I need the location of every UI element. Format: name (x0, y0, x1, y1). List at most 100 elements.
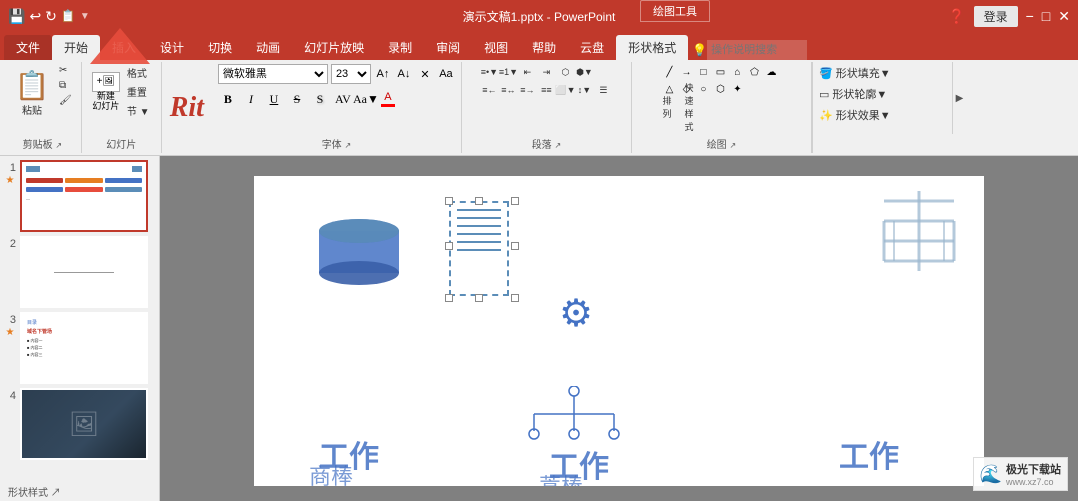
new-slide-button[interactable]: +🖼 新建幻灯片 (90, 70, 122, 114)
tab-review[interactable]: 审阅 (424, 35, 472, 60)
font-color-button[interactable]: A (379, 90, 397, 108)
cut-button[interactable]: ✂ (56, 64, 75, 77)
italic-button[interactable]: I (241, 89, 261, 109)
save-icon[interactable]: 💾 (8, 8, 25, 25)
clipboard-expand-icon[interactable]: ↗ (55, 141, 62, 150)
tab-record[interactable]: 录制 (376, 35, 424, 60)
line-spacing-button[interactable]: ↕▼ (575, 82, 593, 98)
bold-button[interactable]: B (218, 89, 238, 109)
increase-font-button[interactable]: A↑ (374, 65, 392, 83)
shape-fill-button[interactable]: 🪣 形状填充▼ (815, 64, 895, 82)
close-icon[interactable]: ✕ (1058, 8, 1070, 25)
shape-trapez[interactable]: ⌂ (729, 64, 745, 80)
paste-label: 粘贴 (22, 102, 42, 117)
shape-effect-button[interactable]: ✨ 形状效果▼ (815, 106, 895, 124)
search-icon: 💡 (692, 43, 707, 57)
shape-rect[interactable]: □ (695, 64, 711, 80)
selection-handle-top-left[interactable] (445, 197, 453, 205)
slide-number-4: 4 (4, 388, 16, 402)
dashed-list-shape[interactable] (449, 201, 509, 296)
restore-icon[interactable]: □ (1042, 8, 1050, 24)
redo-icon[interactable]: ↻ (45, 8, 57, 25)
ribbon-overflow-button[interactable]: ▶ (952, 62, 966, 134)
tab-design[interactable]: 设计 (148, 35, 196, 60)
selection-handle-top-right[interactable] (511, 197, 519, 205)
spacing-button[interactable]: AV (333, 89, 353, 109)
underline-button[interactable]: U (264, 89, 284, 109)
tab-help[interactable]: 帮助 (520, 35, 568, 60)
login-button[interactable]: 登录 (974, 6, 1018, 27)
slide-thumbnail-4[interactable]: 🖼 (20, 388, 148, 460)
selection-handle-right-mid[interactable] (511, 242, 519, 250)
reset-button[interactable]: 重置 (124, 83, 153, 100)
slide-thumbnail-3[interactable]: 目录 域名下管场 ■ 内容一 ■ 内容二 ■ 内容三 (20, 312, 148, 384)
quick-styles-button[interactable]: 快速样式 (683, 99, 701, 115)
number-list-button[interactable]: ≡1▼ (499, 64, 517, 80)
font-size-select[interactable]: 23 (331, 64, 371, 84)
selection-handle-top-mid[interactable] (475, 197, 483, 205)
slide-thumbnail-2[interactable] (20, 236, 148, 308)
drawing-expand-icon[interactable]: ↗ (729, 141, 736, 150)
clear-format-button[interactable]: ✕ (416, 65, 434, 83)
slide-thumbnail-1[interactable]: — (20, 160, 148, 232)
convert-to-smartart-button[interactable]: ⬢▼ (575, 64, 593, 80)
decrease-font-button[interactable]: A↓ (395, 65, 413, 83)
search-input[interactable] (707, 40, 807, 60)
tab-animation[interactable]: 动画 (244, 35, 292, 60)
selection-handle-bottom-right[interactable] (511, 294, 519, 302)
rit-text-area: Rit (162, 62, 212, 153)
shape-hexagon[interactable]: ⬡ (712, 81, 728, 97)
text-direction-button[interactable]: ⬡ (556, 64, 574, 80)
minimize-icon[interactable]: − (1026, 8, 1034, 24)
indent-right-button[interactable]: ⇥ (537, 64, 555, 80)
shape-rounded-rect[interactable]: ▭ (712, 64, 728, 80)
aa-button[interactable]: Aa (437, 65, 455, 83)
tab-view[interactable]: 视图 (472, 35, 520, 60)
shape-pentagon[interactable]: ⬠ (746, 64, 762, 80)
section-button[interactable]: 节 ▼ (124, 102, 153, 119)
arrange-button[interactable]: 排列 (661, 99, 679, 115)
slide-panel: 1 ★ (0, 156, 160, 501)
tab-file[interactable]: 文件 (4, 35, 52, 60)
shadow-button[interactable]: S (310, 89, 330, 109)
align-left-button[interactable]: ≡← (480, 82, 498, 98)
tab-slideshow[interactable]: 幻灯片放映 (292, 35, 376, 60)
shape-star[interactable]: ✦ (729, 81, 745, 97)
selection-handle-bottom-mid[interactable] (475, 294, 483, 302)
copy-button[interactable]: ⧉ (56, 79, 75, 92)
justify-button[interactable]: ≡≡ (537, 82, 555, 98)
window-controls: ❓ 登录 − □ ✕ (948, 6, 1070, 27)
window-title: 演示文稿1.pptx - PowerPoint (463, 8, 616, 25)
canvas-area: ⚙ 工作 商棒 (160, 156, 1078, 501)
shape-cloud[interactable]: ☁ (763, 64, 779, 80)
align-center-button[interactable]: ≡↔ (499, 82, 517, 98)
tab-transitions[interactable]: 切换 (196, 35, 244, 60)
effect-icon: ✨ (819, 110, 833, 122)
tab-cloud[interactable]: 云盘 (568, 35, 616, 60)
layout-button[interactable]: 格式 (124, 64, 153, 81)
help-icon[interactable]: ❓ (948, 8, 965, 25)
shape-arrow[interactable]: → (678, 64, 694, 80)
indent-left-button[interactable]: ⇤ (518, 64, 536, 80)
drawing-group: ╱ → □ ▭ ⌂ ⬠ ☁ △ ◇ ○ ⬡ ✦ 排列 快速样式 绘图 ↗ (632, 62, 812, 153)
undo-icon[interactable]: ↩ (29, 8, 41, 25)
font-expand-icon[interactable]: ↗ (344, 141, 351, 150)
align-right-button[interactable]: ≡→ (518, 82, 536, 98)
format-painter-button[interactable]: 🖌 (56, 94, 75, 107)
strikethrough-button[interactable]: S (287, 89, 307, 109)
paste-button[interactable]: 📋 粘贴 (10, 64, 54, 128)
cylinder-shape[interactable] (314, 216, 404, 291)
selection-handle-bottom-left[interactable] (445, 294, 453, 302)
case-button[interactable]: Aa▼ (356, 89, 376, 109)
para-expand-icon[interactable]: ↗ (554, 141, 561, 150)
columns-button[interactable]: ⬜▼ (556, 82, 574, 98)
slide-number-2: 2 (4, 236, 16, 250)
text-shadow-button[interactable]: ☰ (594, 82, 612, 98)
selection-handle-left-mid[interactable] (445, 242, 453, 250)
tab-shapeformat[interactable]: 形状格式 (616, 35, 688, 60)
customize-icon[interactable]: 📋 (61, 9, 76, 23)
bullet-list-button[interactable]: ≡•▼ (480, 64, 498, 80)
shape-outline-button[interactable]: ▭ 形状轮廓▼ (815, 85, 891, 103)
font-name-select[interactable]: 微软雅黑 (218, 64, 328, 84)
shape-line[interactable]: ╱ (661, 64, 677, 80)
